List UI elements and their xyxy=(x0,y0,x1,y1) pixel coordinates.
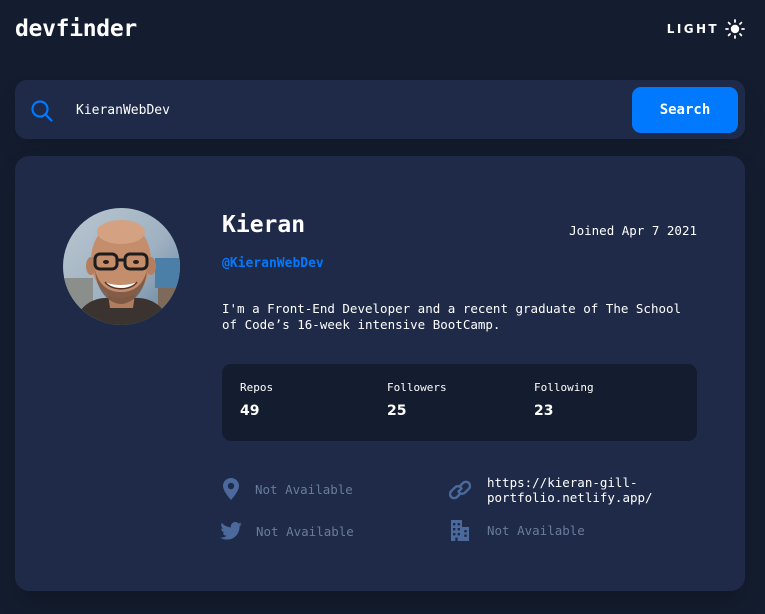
twitter-text: Not Available xyxy=(256,523,354,539)
search-icon xyxy=(30,99,54,123)
office-building-icon xyxy=(449,519,471,541)
stat-repos: Repos 49 xyxy=(240,381,273,419)
location-pin-icon xyxy=(220,478,242,500)
search-button[interactable]: Search xyxy=(632,87,738,133)
profile-handle-link[interactable]: @KieranWebDev xyxy=(222,256,324,271)
theme-toggle-label: LIGHT xyxy=(666,22,719,36)
profile-card: Kieran Joined Apr 7 2021 @KieranWebDev I… xyxy=(15,156,745,591)
stat-label-following: Following xyxy=(534,381,594,394)
location-item: Not Available xyxy=(220,478,353,500)
location-text: Not Available xyxy=(255,481,353,497)
website-link[interactable]: https://kieran-gill-portfolio.netlify.ap… xyxy=(487,475,657,505)
profile-bio: I'm a Front-End Developer and a recent g… xyxy=(222,301,682,332)
stats-panel: Repos 49 Followers 25 Following 23 xyxy=(222,364,697,441)
search-input[interactable] xyxy=(76,97,516,123)
app-header: devfinder LIGHT xyxy=(15,12,745,46)
link-icon xyxy=(449,479,471,501)
joined-date: Joined Apr 7 2021 xyxy=(569,223,697,238)
stat-following: Following 23 xyxy=(534,381,594,419)
twitter-item: Not Available xyxy=(220,520,354,542)
sun-icon xyxy=(725,19,745,39)
stat-value-following: 23 xyxy=(534,403,554,419)
stat-followers: Followers 25 xyxy=(387,381,447,419)
app-logo: devfinder xyxy=(15,16,137,42)
stat-value-followers: 25 xyxy=(387,403,407,419)
theme-toggle[interactable]: LIGHT xyxy=(667,16,745,42)
stat-label-repos: Repos xyxy=(240,381,274,394)
stat-value-repos: 49 xyxy=(240,403,260,419)
website-item[interactable]: https://kieran-gill-portfolio.netlify.ap… xyxy=(449,475,657,505)
twitter-icon xyxy=(220,520,242,542)
profile-name: Kieran xyxy=(222,212,306,238)
company-item: Not Available xyxy=(449,519,585,541)
company-text: Not Available xyxy=(487,522,585,538)
stat-label-followers: Followers xyxy=(387,381,447,394)
avatar xyxy=(63,208,180,325)
search-bar: Search xyxy=(15,80,745,139)
